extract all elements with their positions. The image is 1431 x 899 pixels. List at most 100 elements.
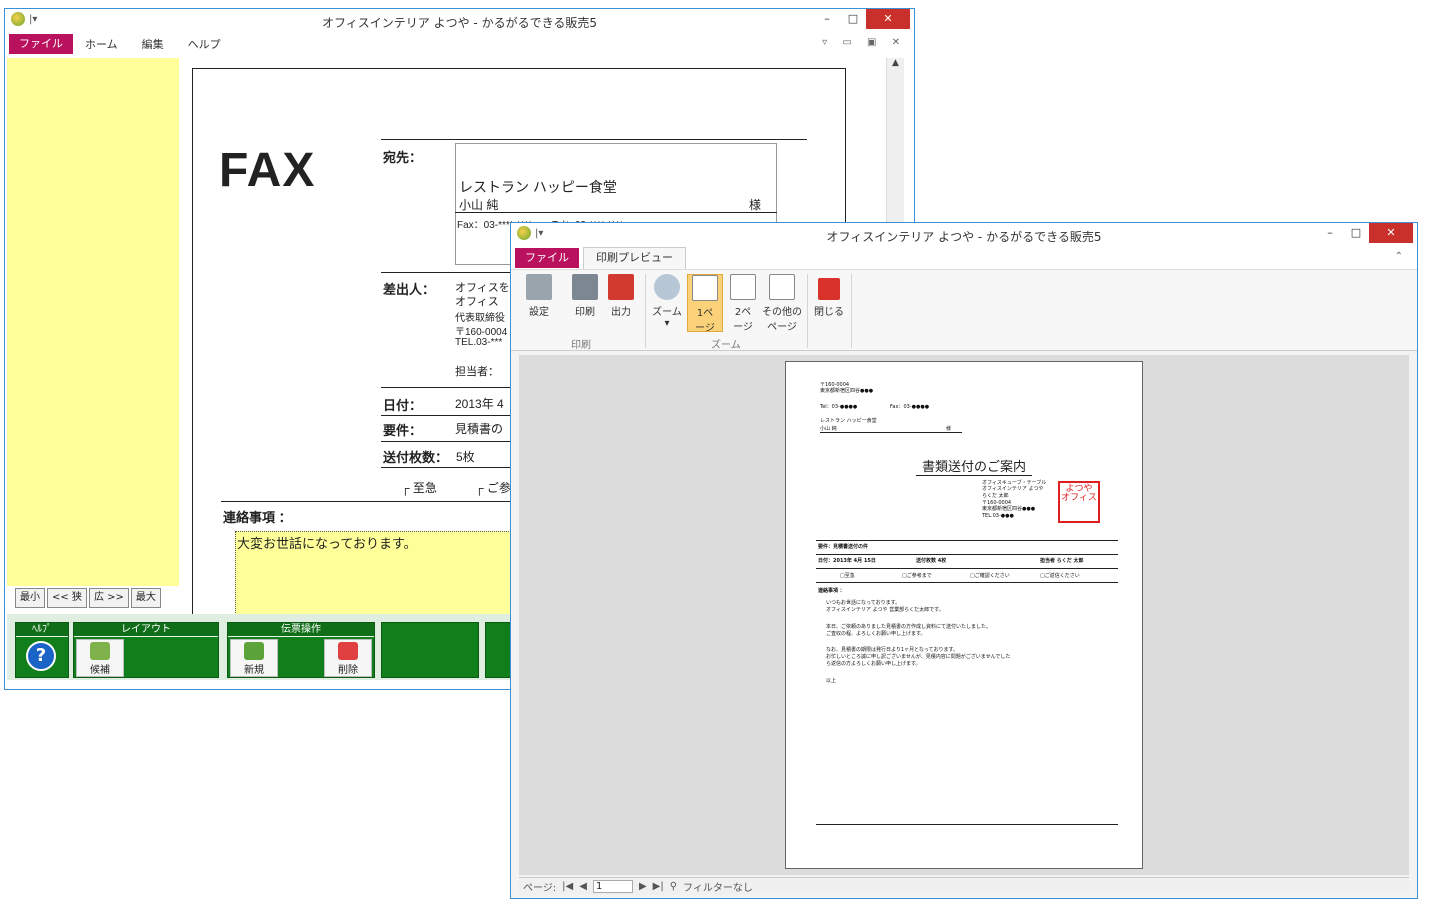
- preview-maximize-button[interactable]: □: [1343, 223, 1369, 243]
- page-to-company: レストラン ハッピー食堂: [820, 418, 877, 424]
- page-label: ページ:: [523, 883, 557, 894]
- last-page-button[interactable]: ▶|: [653, 881, 664, 892]
- group-empty-1: [381, 622, 479, 678]
- page-body-11: 以上: [826, 678, 837, 684]
- zoom-min-button[interactable]: 最小: [15, 588, 45, 608]
- other-pages-button[interactable]: その他の ページ: [761, 274, 803, 333]
- printer-icon: [572, 274, 598, 300]
- fax-heading: FAX: [219, 144, 316, 197]
- two-page-button[interactable]: 2ペ ージ: [725, 274, 761, 333]
- next-page-button[interactable]: ▶: [639, 881, 647, 892]
- close-preview-icon: [818, 278, 840, 300]
- preview-window-controls: – □ ✕: [1317, 223, 1413, 243]
- preview-area: 〒160-0004 東京都新宿区四谷●●● Tel：03-●●●● Fax：03…: [519, 355, 1409, 875]
- page-check-1: □至急: [840, 573, 855, 579]
- collapse-ribbon-icon[interactable]: ⌃: [1395, 251, 1409, 262]
- page-sender-6: TEL.03-●●●: [982, 513, 1014, 519]
- zoom-max-button[interactable]: 最大: [130, 588, 161, 608]
- menu-file[interactable]: ファイル: [9, 34, 73, 54]
- delete-icon: [338, 642, 358, 660]
- function-bar: ﾍﾙﾌﾟ ? レイアウト 候補 伝票操作 新規 削除: [7, 614, 515, 680]
- page-body-2: オフィスインテリア よつや 営業部らくだ太郎です。: [826, 607, 944, 613]
- candidate-icon: [90, 642, 110, 660]
- check-urgent[interactable]: ┌ 至急: [401, 479, 437, 496]
- preview-close-button[interactable]: ✕: [1369, 223, 1413, 243]
- pages-label: 送付枚数：: [383, 450, 449, 465]
- page-body-1: いつもお世話になっております。: [826, 600, 901, 606]
- zoom-wide-button[interactable]: 広 >>: [88, 588, 129, 608]
- setup-button[interactable]: 設定: [521, 274, 557, 318]
- one-page-button[interactable]: 1ペ ージ: [687, 274, 723, 334]
- page-body-8: お忙しいところ誠に申し訳ございませんが、見積内容に問題がございませんでした: [826, 654, 1011, 660]
- page-number-input[interactable]: 1: [592, 880, 633, 893]
- prev-page-button[interactable]: ◀: [579, 881, 587, 892]
- main-menubar: ファイル ホーム 編集 ヘルプ ▿ ▭ ▣ ✕: [5, 33, 914, 55]
- close-button[interactable]: ✕: [866, 9, 910, 29]
- preview-page: 〒160-0004 東京都新宿区四谷●●● Tel：03-●●●● Fax：03…: [785, 361, 1143, 869]
- subject-value: 見積書の: [455, 422, 504, 436]
- magnifier-icon: [654, 274, 680, 300]
- navigation-bar: ページ: |◀ ◀ 1 ▶ ▶| ⚲ フィルターなし: [519, 877, 1409, 895]
- delete-button[interactable]: 削除: [324, 639, 372, 677]
- page-header-4: Fax：03-●●●●: [890, 404, 930, 410]
- menu-home[interactable]: ホーム: [73, 36, 130, 52]
- page-notes-label: 連絡事項 ：: [818, 588, 845, 594]
- page-body-7: なお、見積書の期限は発行日より1ヶ月となっております。: [826, 647, 959, 653]
- help-button[interactable]: ?: [26, 641, 56, 671]
- to-company: レストラン ハッピー食堂: [459, 179, 617, 195]
- main-window-title: オフィスインテリア よつや - かるがるできる販売5: [322, 16, 597, 30]
- mdi-controls[interactable]: ▿ ▭ ▣ ✕: [822, 37, 906, 48]
- menu-help[interactable]: ヘルプ: [176, 36, 233, 52]
- zoom-button[interactable]: ズーム ▾: [649, 274, 685, 329]
- output-button[interactable]: 出力: [603, 274, 639, 318]
- tab-file[interactable]: ファイル: [515, 248, 579, 268]
- main-titlebar: |▾ オフィスインテリア よつや - かるがるできる販売5 – □ ✕: [5, 9, 914, 33]
- zoom-narrow-button[interactable]: << 狭: [47, 588, 87, 608]
- group-layout: レイアウト 候補: [73, 622, 219, 678]
- ribbon: 設定 印刷 出力 印刷 ズーム ▾ 1ペ ージ 2ペ ージ その他の ページ ズー…: [511, 269, 1417, 351]
- preview-window-title: オフィスインテリア よつや - かるがるできる販売5: [826, 230, 1102, 244]
- minimize-button[interactable]: –: [814, 9, 840, 29]
- group-slip-label: 伝票操作: [228, 623, 374, 637]
- group-layout-label: レイアウト: [74, 623, 218, 637]
- separator: [851, 274, 852, 348]
- subject-label: 要件：: [383, 423, 423, 438]
- filter-status[interactable]: フィルターなし: [683, 879, 753, 894]
- page-sender-2: オフィスインテリア よつや: [982, 486, 1044, 492]
- from-line-2: オフィス: [455, 296, 499, 308]
- check-reference[interactable]: ┌ ご参: [475, 479, 511, 496]
- page-staff: 担当者 らくだ 太郎: [1040, 558, 1084, 564]
- new-button[interactable]: 新規: [230, 639, 278, 677]
- maximize-button[interactable]: □: [840, 9, 866, 29]
- preview-minimize-button[interactable]: –: [1317, 223, 1343, 243]
- tab-print-preview[interactable]: 印刷プレビュー: [583, 247, 686, 269]
- page-subject: 要件：見積書送付の件: [818, 544, 869, 550]
- page-doc-title: 書類送付のご案内: [916, 456, 1033, 476]
- separator: [807, 274, 808, 348]
- page-header-2: 東京都新宿区四谷●●●: [820, 388, 874, 394]
- preview-window: |▾ オフィスインテリア よつや - かるがるできる販売5 – □ ✕ ファイル…: [510, 222, 1418, 899]
- new-icon: [244, 642, 264, 660]
- pages-value: 5枚: [456, 450, 475, 464]
- first-page-button[interactable]: |◀: [562, 881, 573, 892]
- to-person: 小山 純: [459, 198, 499, 212]
- page-body-9: ら返信の方よろしくお願い申し上げます。: [826, 661, 921, 667]
- notes-text: 大変お世話になっております。: [237, 536, 417, 551]
- setup-icon: [526, 274, 552, 300]
- page-sender-3: らくだ 太郎: [982, 493, 1009, 499]
- page-pages: 送付枚数 4枚: [916, 558, 947, 564]
- staff-label: 担当者：: [455, 366, 499, 378]
- menu-edit[interactable]: 編集: [130, 36, 176, 52]
- page-check-2: □ご参考まで: [902, 573, 932, 579]
- page-sender-5: 東京都新宿区四谷●●●: [982, 506, 1036, 512]
- from-line-5: TEL.03-***: [455, 337, 503, 348]
- close-preview-button[interactable]: 閉じる: [811, 274, 847, 318]
- from-line-4: 〒160-0004: [455, 327, 508, 338]
- notes-label: 連絡事項 ：: [223, 510, 292, 525]
- print-button[interactable]: 印刷: [567, 274, 603, 318]
- page-body-4: 本日、ご依頼のありました見積書の方作成し資料にて送付いたしました。: [826, 624, 992, 630]
- candidate-button[interactable]: 候補: [76, 639, 124, 677]
- date-value: 2013年 4: [455, 397, 504, 411]
- from-label: 差出人：: [383, 282, 436, 297]
- preview-tabs: ファイル 印刷プレビュー ⌃: [511, 247, 1417, 269]
